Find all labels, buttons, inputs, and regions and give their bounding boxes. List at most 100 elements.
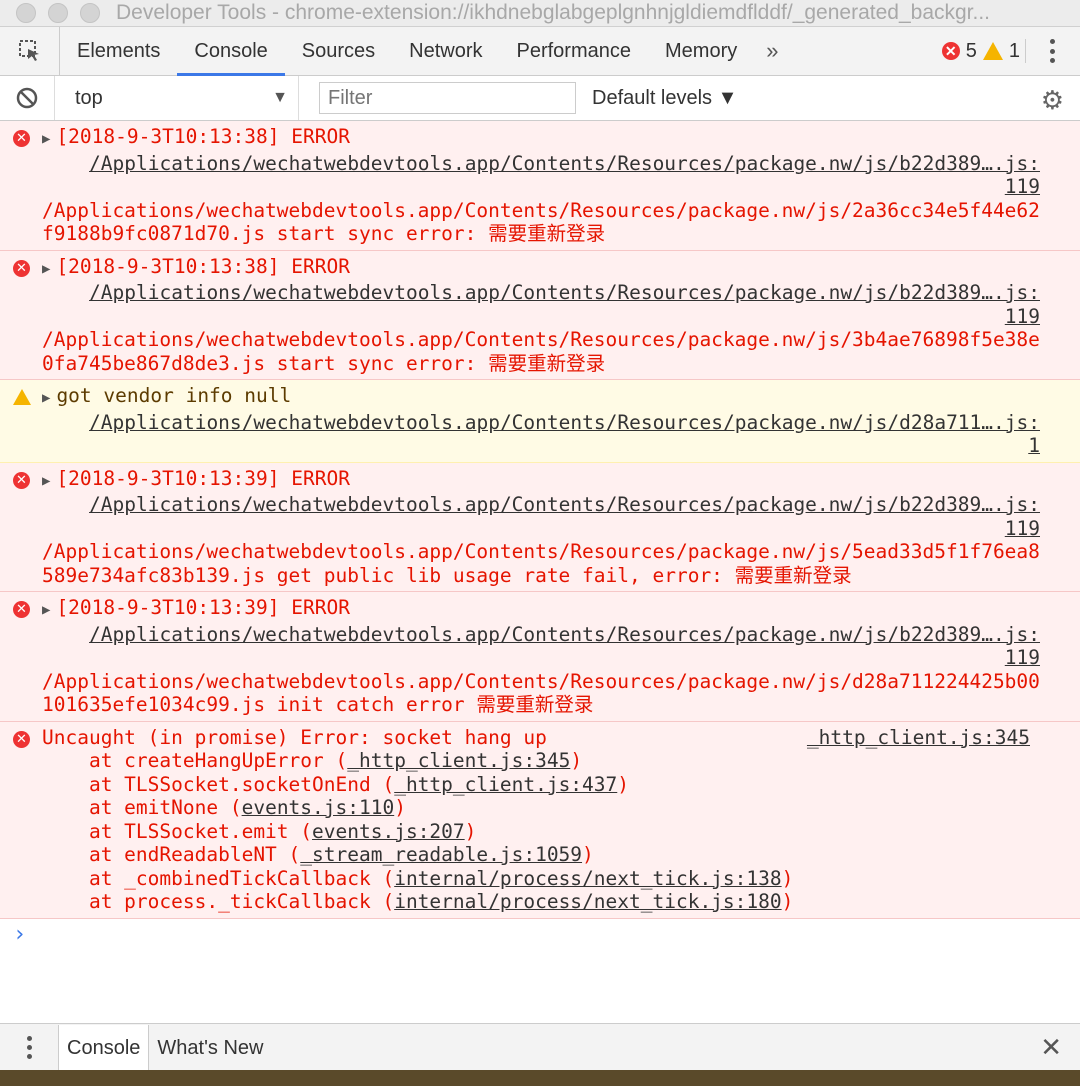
console-message[interactable]: ✕ ▶ [2018-9-3T10:13:39] ERROR /Applicatio… (0, 462, 1080, 592)
source-link[interactable]: /Applications/wechatwebdevtools.app/Cont… (42, 411, 1040, 435)
console-toolbar: top ▼ Default levels ▼ ⚙ (0, 76, 1080, 121)
stack-fn: at createHangUpError ( (42, 749, 348, 772)
message-body: /Applications/wechatwebdevtools.app/Cont… (42, 328, 1040, 375)
stack-end: ) (781, 866, 794, 890)
close-window-button[interactable] (16, 3, 36, 23)
close-icon[interactable]: ✕ (1040, 1032, 1062, 1063)
message-body: /Applications/wechatwebdevtools.app/Cont… (42, 540, 1040, 587)
stack-location-link[interactable]: internal/process/next_tick.js:180 (394, 890, 781, 913)
warning-count: 1 (1008, 39, 1020, 62)
stack-end: ) (781, 890, 794, 913)
stack-location-link[interactable]: internal/process/next_tick.js:138 (394, 867, 781, 890)
stack-frame: at TLSSocket.emit (events.js:207) (42, 820, 1040, 844)
message-body: /Applications/wechatwebdevtools.app/Cont… (42, 198, 1040, 246)
kebab-dot-icon (1049, 58, 1055, 63)
drawer-bar: Console What's New ✕ (0, 1023, 1080, 1070)
chevron-right-icon: › (13, 921, 27, 947)
tab-performance[interactable]: Performance (500, 27, 649, 75)
uncaught-error-message[interactable]: ✕ _http_client.js:345 Uncaught (in promi… (0, 721, 1080, 919)
console-message[interactable]: ▶ got vendor info null /Applications/wech… (0, 380, 1080, 463)
gear-icon[interactable]: ⚙ (1041, 85, 1064, 116)
message-head: [2018-9-3T10:13:38] ERROR (56, 254, 350, 278)
source-link[interactable]: _http_client.js:345 (807, 726, 1030, 750)
tab-network[interactable]: Network (392, 27, 499, 75)
kebab-dot-icon (1049, 39, 1055, 44)
kebab-dot-icon (1049, 48, 1055, 54)
stack-frame: at endReadableNT (_stream_readable.js:10… (42, 843, 1040, 867)
dropdown-arrow-icon: ▼ (272, 89, 288, 106)
stack-fn: at TLSSocket.emit ( (42, 819, 313, 843)
source-line-link[interactable]: 119 (42, 305, 1040, 329)
console-message[interactable]: ✕ ▶ [2018-9-3T10:13:38] ERROR /Applicatio… (0, 121, 1080, 251)
log-levels-dropdown[interactable]: Default levels ▼ (592, 87, 737, 110)
filter-input[interactable] (319, 82, 576, 114)
source-link[interactable]: /Applications/wechatwebdevtools.app/Cont… (42, 281, 1040, 305)
error-icon: ✕ (13, 471, 30, 489)
more-tabs-button[interactable]: » (754, 38, 790, 64)
drawer-tab-whats-new[interactable]: What's New (149, 1025, 271, 1071)
console-messages: ✕ ▶ [2018-9-3T10:13:38] ERROR /Applicatio… (0, 121, 1080, 946)
source-link[interactable]: /Applications/wechatwebdevtools.app/Cont… (42, 493, 1040, 517)
stack-fn: at process._tickCallback ( (42, 890, 395, 913)
console-prompt-input[interactable]: › (0, 919, 1080, 947)
source-line-link[interactable]: 1 (42, 434, 1040, 458)
stack-frame: at TLSSocket.socketOnEnd (_http_client.j… (42, 773, 1040, 797)
title-bar: Developer Tools - chrome-extension://ikh… (0, 0, 1080, 27)
error-icon: ✕ (13, 259, 30, 277)
stack-end: ) (582, 843, 594, 866)
kebab-dot-icon (26, 1045, 32, 1050)
devtools-window: Developer Tools - chrome-extension://ikh… (0, 0, 1080, 1070)
expand-triangle-icon[interactable]: ▶ (42, 602, 50, 618)
window-controls (0, 3, 116, 23)
zoom-window-button[interactable] (80, 3, 100, 23)
tab-memory[interactable]: Memory (648, 27, 754, 75)
error-icon: ✕ (13, 730, 30, 748)
source-line-link[interactable]: 119 (42, 646, 1040, 670)
issue-counts[interactable]: ✕ 5 1 (941, 27, 1020, 75)
settings-menu-button[interactable] (1025, 39, 1064, 63)
inspect-element-button[interactable] (0, 27, 60, 75)
stack-end: ) (394, 796, 406, 819)
drawer-tab-console[interactable]: Console (58, 1024, 150, 1070)
panel-tabs: Elements Console Sources Network Perform… (0, 27, 1080, 76)
stack-fn: at TLSSocket.socketOnEnd ( (42, 772, 395, 796)
kebab-dot-icon (26, 1054, 32, 1059)
stack-location-link[interactable]: _http_client.js:345 (347, 749, 570, 772)
expand-triangle-icon[interactable]: ▶ (42, 473, 50, 489)
stack-end: ) (617, 772, 630, 796)
message-head: [2018-9-3T10:13:39] ERROR (56, 466, 350, 490)
stack-location-link[interactable]: _stream_readable.js:1059 (300, 843, 582, 866)
expand-triangle-icon[interactable]: ▶ (42, 131, 50, 147)
tab-sources[interactable]: Sources (285, 27, 392, 75)
clear-icon (16, 87, 38, 109)
console-message[interactable]: ✕ ▶ [2018-9-3T10:13:38] ERROR /Applicatio… (0, 250, 1080, 380)
source-link[interactable]: /Applications/wechatwebdevtools.app/Cont… (42, 623, 1040, 647)
source-line-link[interactable]: 119 (42, 517, 1040, 541)
drawer-menu-button[interactable] (0, 1036, 58, 1059)
inspect-icon (18, 40, 39, 61)
stack-frame: at createHangUpError (_http_client.js:34… (42, 749, 1040, 773)
window-title: Developer Tools - chrome-extension://ikh… (116, 1, 991, 24)
warning-icon (982, 42, 1003, 60)
tab-elements[interactable]: Elements (60, 27, 177, 75)
source-link[interactable]: /Applications/wechatwebdevtools.app/Cont… (42, 152, 1040, 176)
stack-location-link[interactable]: events.js:207 (312, 820, 465, 843)
stack-fn: at endReadableNT ( (42, 843, 301, 866)
message-head: Uncaught (in promise) Error: socket hang… (42, 725, 547, 749)
clear-console-button[interactable] (0, 86, 54, 110)
message-head: [2018-9-3T10:13:38] ERROR (56, 125, 350, 148)
expand-triangle-icon[interactable]: ▶ (42, 261, 50, 277)
kebab-dot-icon (26, 1036, 32, 1041)
source-line-link[interactable]: 119 (42, 175, 1040, 199)
context-selector[interactable]: top ▼ (54, 76, 299, 120)
stack-location-link[interactable]: _http_client.js:437 (394, 773, 617, 796)
tab-console[interactable]: Console (177, 27, 286, 76)
console-message[interactable]: ✕ ▶ [2018-9-3T10:13:39] ERROR /Applicatio… (0, 592, 1080, 722)
context-value: top (75, 86, 103, 109)
minimize-window-button[interactable] (48, 3, 68, 23)
stack-end: ) (464, 819, 477, 843)
expand-triangle-icon[interactable]: ▶ (42, 390, 50, 406)
stack-location-link[interactable]: events.js:110 (242, 796, 395, 819)
error-count: 5 (965, 39, 977, 62)
error-icon: ✕ (941, 42, 960, 60)
